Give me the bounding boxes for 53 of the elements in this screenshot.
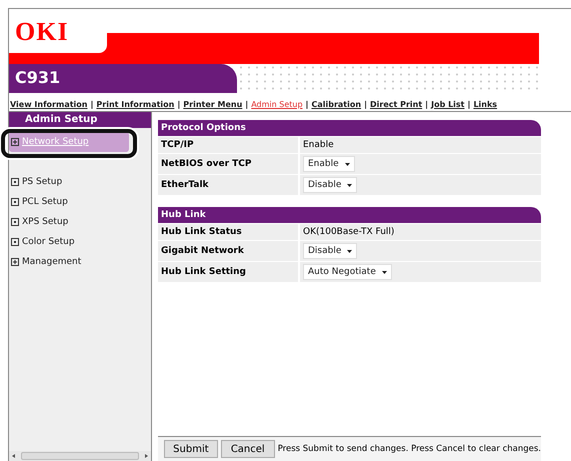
dropdown[interactable]: Auto Negotiate <box>303 264 392 280</box>
setting-label: Hub Link Setting <box>160 267 247 277</box>
section-header: Protocol Options <box>158 120 541 136</box>
separator: | <box>177 100 180 108</box>
caret-icon <box>347 250 352 252</box>
setting-value: Enable <box>303 140 334 150</box>
nav-link[interactable]: Admin Setup <box>251 100 303 108</box>
caret-icon <box>382 270 387 274</box>
dropdown[interactable]: Disable <box>303 243 358 259</box>
caret-icon <box>344 162 350 166</box>
nav-link[interactable]: View Information <box>10 100 88 108</box>
sidebar-title: Admin Setup <box>9 112 151 128</box>
setting-label: Hub Link Status <box>160 227 243 237</box>
square-icon <box>11 178 19 186</box>
sidebar-item[interactable]: XPS Setup <box>9 212 151 232</box>
nav-link[interactable]: Job List <box>431 100 465 108</box>
separator: | <box>425 100 428 108</box>
setting-value: OK(100Base-TX Full) <box>303 227 394 237</box>
dropdown[interactable]: Disable <box>303 177 358 193</box>
setting-label: NetBIOS over TCP <box>160 159 252 169</box>
section-header: Hub Link <box>158 207 541 223</box>
nav-link[interactable]: Print Information <box>96 100 174 108</box>
hint-text: Press Submit to send changes. Press Cancel to clear changes. <box>278 444 541 454</box>
caret-icon <box>347 184 352 186</box>
sidebar-item[interactable]: Color Setup <box>9 232 151 252</box>
sidebar-item[interactable]: PCL Setup <box>9 192 151 212</box>
separator: | <box>306 100 308 108</box>
nav-link[interactable]: Direct Print <box>370 100 422 108</box>
action-button[interactable]: Submit <box>164 440 218 458</box>
separator: | <box>364 100 367 108</box>
setting-label: TCP/IP <box>160 140 195 150</box>
dropdown[interactable]: Enable <box>303 156 355 172</box>
action-button[interactable]: Cancel <box>220 440 275 458</box>
right-arrow-icon[interactable] <box>143 453 149 459</box>
sidebar-item[interactable]: PS Setup <box>9 172 151 192</box>
model-name: C931 <box>9 64 237 93</box>
logo: OKI <box>15 19 69 45</box>
plus-box-icon <box>11 258 19 266</box>
square-icon <box>11 218 19 226</box>
horizontal-scrollbar[interactable] <box>9 451 151 461</box>
setting-label: EtherTalk <box>160 180 210 190</box>
separator: | <box>468 100 470 108</box>
square-icon <box>11 198 19 206</box>
separator: | <box>90 100 94 108</box>
square-icon <box>11 238 19 246</box>
plus-box-icon <box>11 138 19 146</box>
sidebar-item[interactable]: Management <box>9 252 151 272</box>
nav-link[interactable]: Links <box>473 100 498 108</box>
nav-link[interactable]: Printer Menu <box>183 100 242 108</box>
setting-label: Gigabit Network <box>160 246 245 256</box>
left-arrow-icon[interactable] <box>11 453 17 459</box>
separator: | <box>245 100 248 108</box>
nav-link[interactable]: Calibration <box>311 100 362 108</box>
